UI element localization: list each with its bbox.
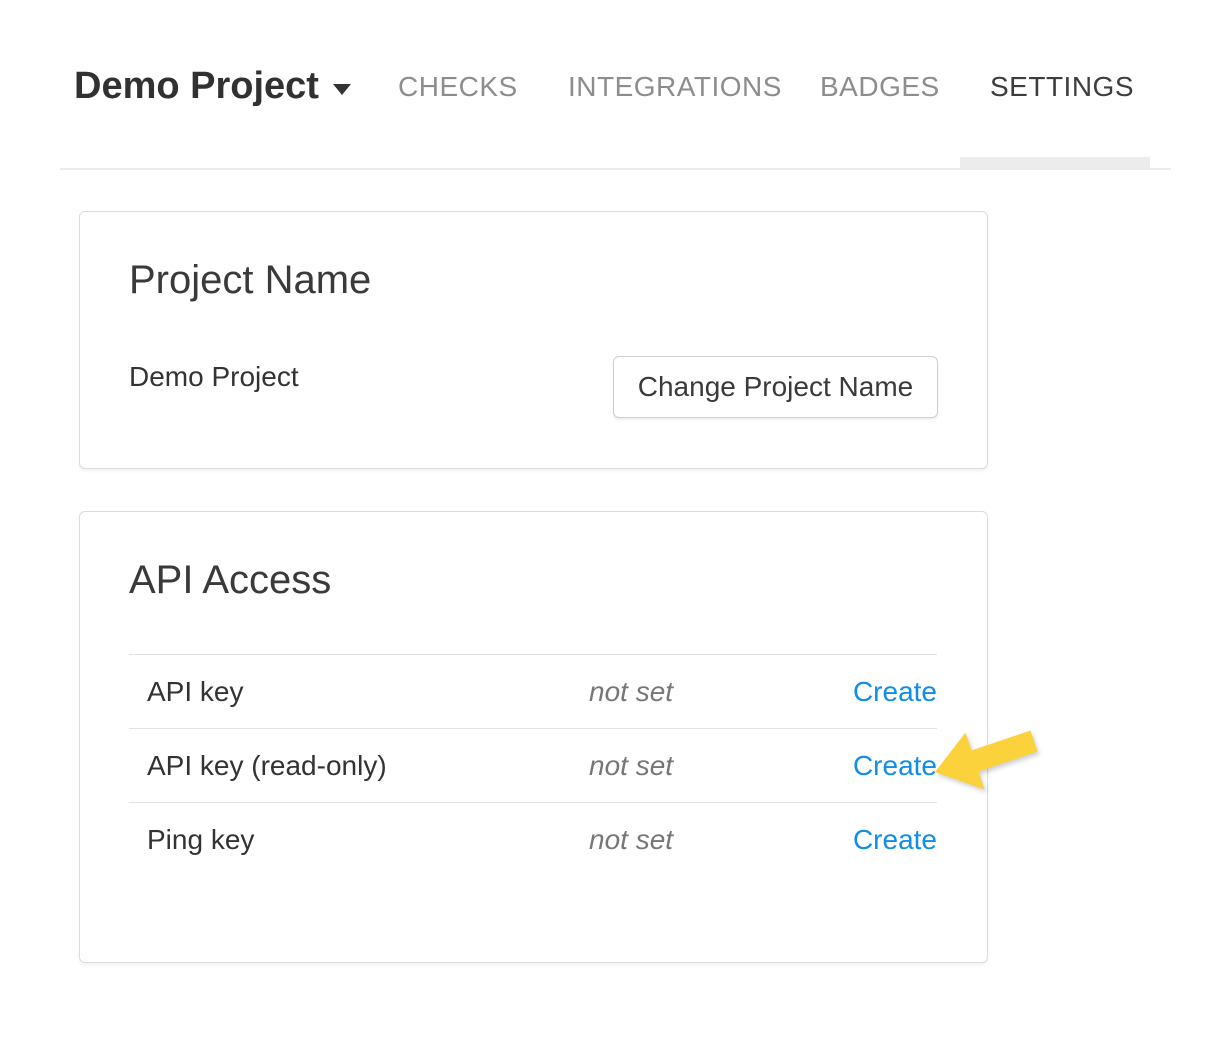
- create-api-key-read-only-link[interactable]: Create: [853, 750, 937, 781]
- project-title: Demo Project: [74, 63, 319, 109]
- api-access-card-title: API Access: [129, 556, 331, 604]
- project-name-value: Demo Project: [129, 360, 299, 394]
- api-key-read-only-label: API key (read-only): [129, 750, 589, 782]
- tab-integrations[interactable]: INTEGRATIONS: [568, 72, 782, 102]
- tab-badges[interactable]: BADGES: [820, 72, 940, 102]
- settings-page: Demo Project CHECKS INTEGRATIONS BADGES …: [0, 0, 1220, 1059]
- api-access-card: API Access API key not set Create API ke…: [79, 511, 988, 963]
- ping-key-value: not set: [589, 824, 804, 856]
- nav-divider: [60, 168, 1171, 170]
- change-project-name-button[interactable]: Change Project Name: [613, 356, 938, 418]
- project-name-card-title: Project Name: [129, 256, 371, 304]
- tab-checks[interactable]: CHECKS: [398, 72, 518, 102]
- api-key-label: API key: [129, 676, 589, 708]
- tab-settings[interactable]: SETTINGS: [990, 72, 1134, 102]
- api-key-value: not set: [589, 676, 804, 708]
- table-row-api-key-read-only: API key (read-only) not set Create: [129, 728, 937, 802]
- table-row-ping-key: Ping key not set Create: [129, 802, 937, 876]
- project-switcher-dropdown[interactable]: Demo Project: [74, 63, 351, 109]
- create-ping-key-link[interactable]: Create: [853, 824, 937, 855]
- api-key-read-only-value: not set: [589, 750, 804, 782]
- create-api-key-link[interactable]: Create: [853, 676, 937, 707]
- ping-key-label: Ping key: [129, 824, 589, 856]
- api-keys-table: API key not set Create API key (read-onl…: [129, 654, 937, 876]
- chevron-down-icon: [333, 84, 351, 95]
- project-name-card: Project Name Demo Project Change Project…: [79, 211, 988, 469]
- table-row-api-key: API key not set Create: [129, 654, 937, 728]
